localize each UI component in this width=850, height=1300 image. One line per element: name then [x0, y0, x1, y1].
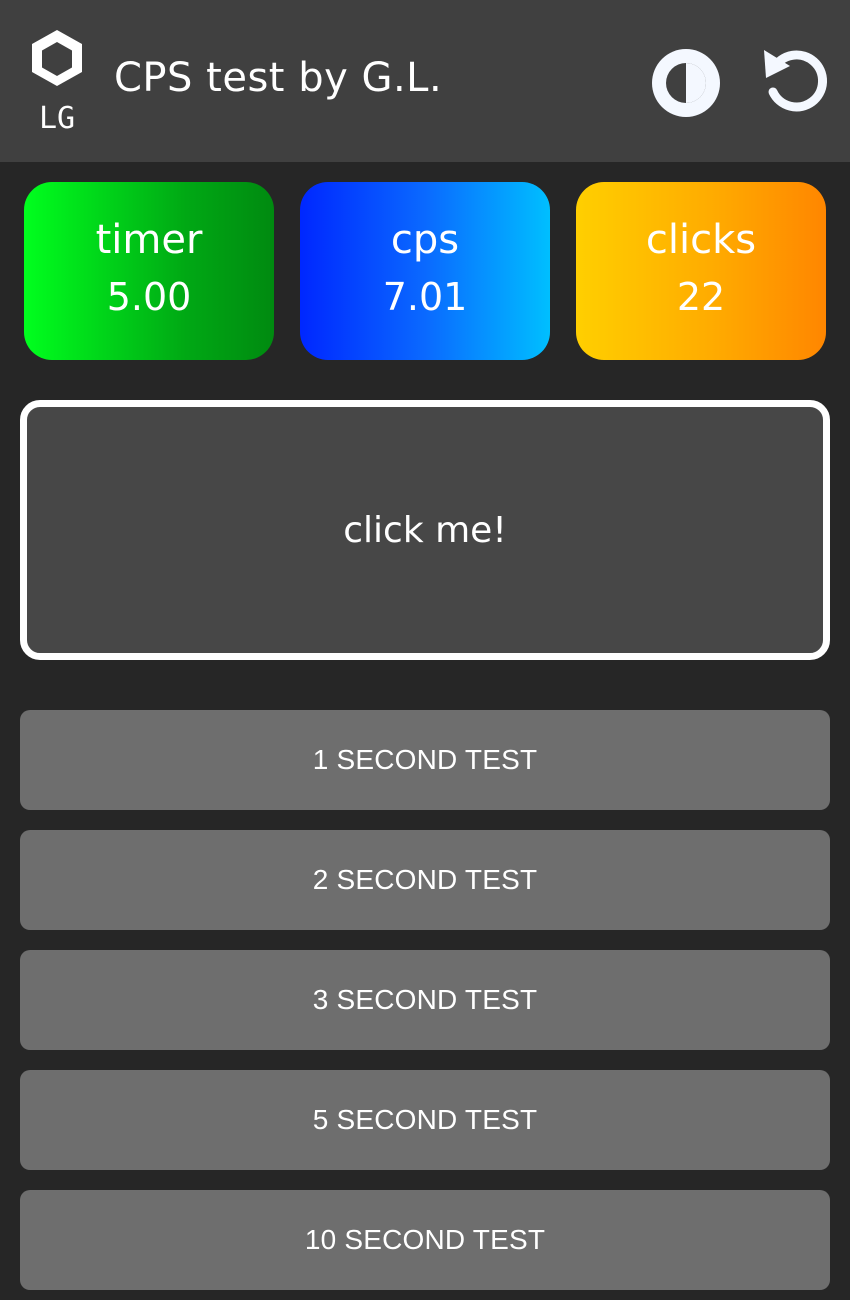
- test-button-label: 5 SECOND TEST: [312, 1104, 538, 1135]
- reset-button[interactable]: [760, 44, 830, 116]
- hexagon-logo-icon: LG: [32, 30, 82, 134]
- timer-value: 5.00: [106, 275, 192, 319]
- click-area-label: click me!: [343, 509, 507, 551]
- cps-card: cps 7.01: [300, 182, 550, 360]
- timer-card: timer 5.00: [24, 182, 274, 360]
- logo: LG: [28, 28, 86, 134]
- test-button-2-second[interactable]: 2 SECOND TEST: [20, 830, 830, 930]
- click-area-button[interactable]: click me!: [20, 400, 830, 660]
- reset-icon: [764, 50, 828, 112]
- test-button-label: 3 SECOND TEST: [312, 984, 538, 1015]
- test-button-10-second[interactable]: 10 SECOND TEST: [20, 1190, 830, 1290]
- app-header: LG CPS test by G.L.: [0, 0, 850, 162]
- test-button-5-second[interactable]: 5 SECOND TEST: [20, 1070, 830, 1170]
- clicks-value: 22: [676, 275, 726, 319]
- contrast-icon: [652, 49, 720, 117]
- theme-toggle-button[interactable]: [650, 47, 722, 119]
- clicks-label: clicks: [645, 217, 757, 263]
- logo-text: LG: [39, 101, 75, 134]
- test-button-label: 1 SECOND TEST: [312, 744, 538, 775]
- clicks-card: clicks 22: [576, 182, 826, 360]
- cps-label: cps: [390, 217, 460, 263]
- test-button-1-second[interactable]: 1 SECOND TEST: [20, 710, 830, 810]
- test-button-label: 10 SECOND TEST: [304, 1224, 546, 1255]
- app-title: CPS test by G.L.: [114, 55, 443, 101]
- test-button-3-second[interactable]: 3 SECOND TEST: [20, 950, 830, 1050]
- cps-value: 7.01: [382, 275, 468, 319]
- timer-label: timer: [95, 217, 203, 263]
- test-button-label: 2 SECOND TEST: [312, 864, 538, 895]
